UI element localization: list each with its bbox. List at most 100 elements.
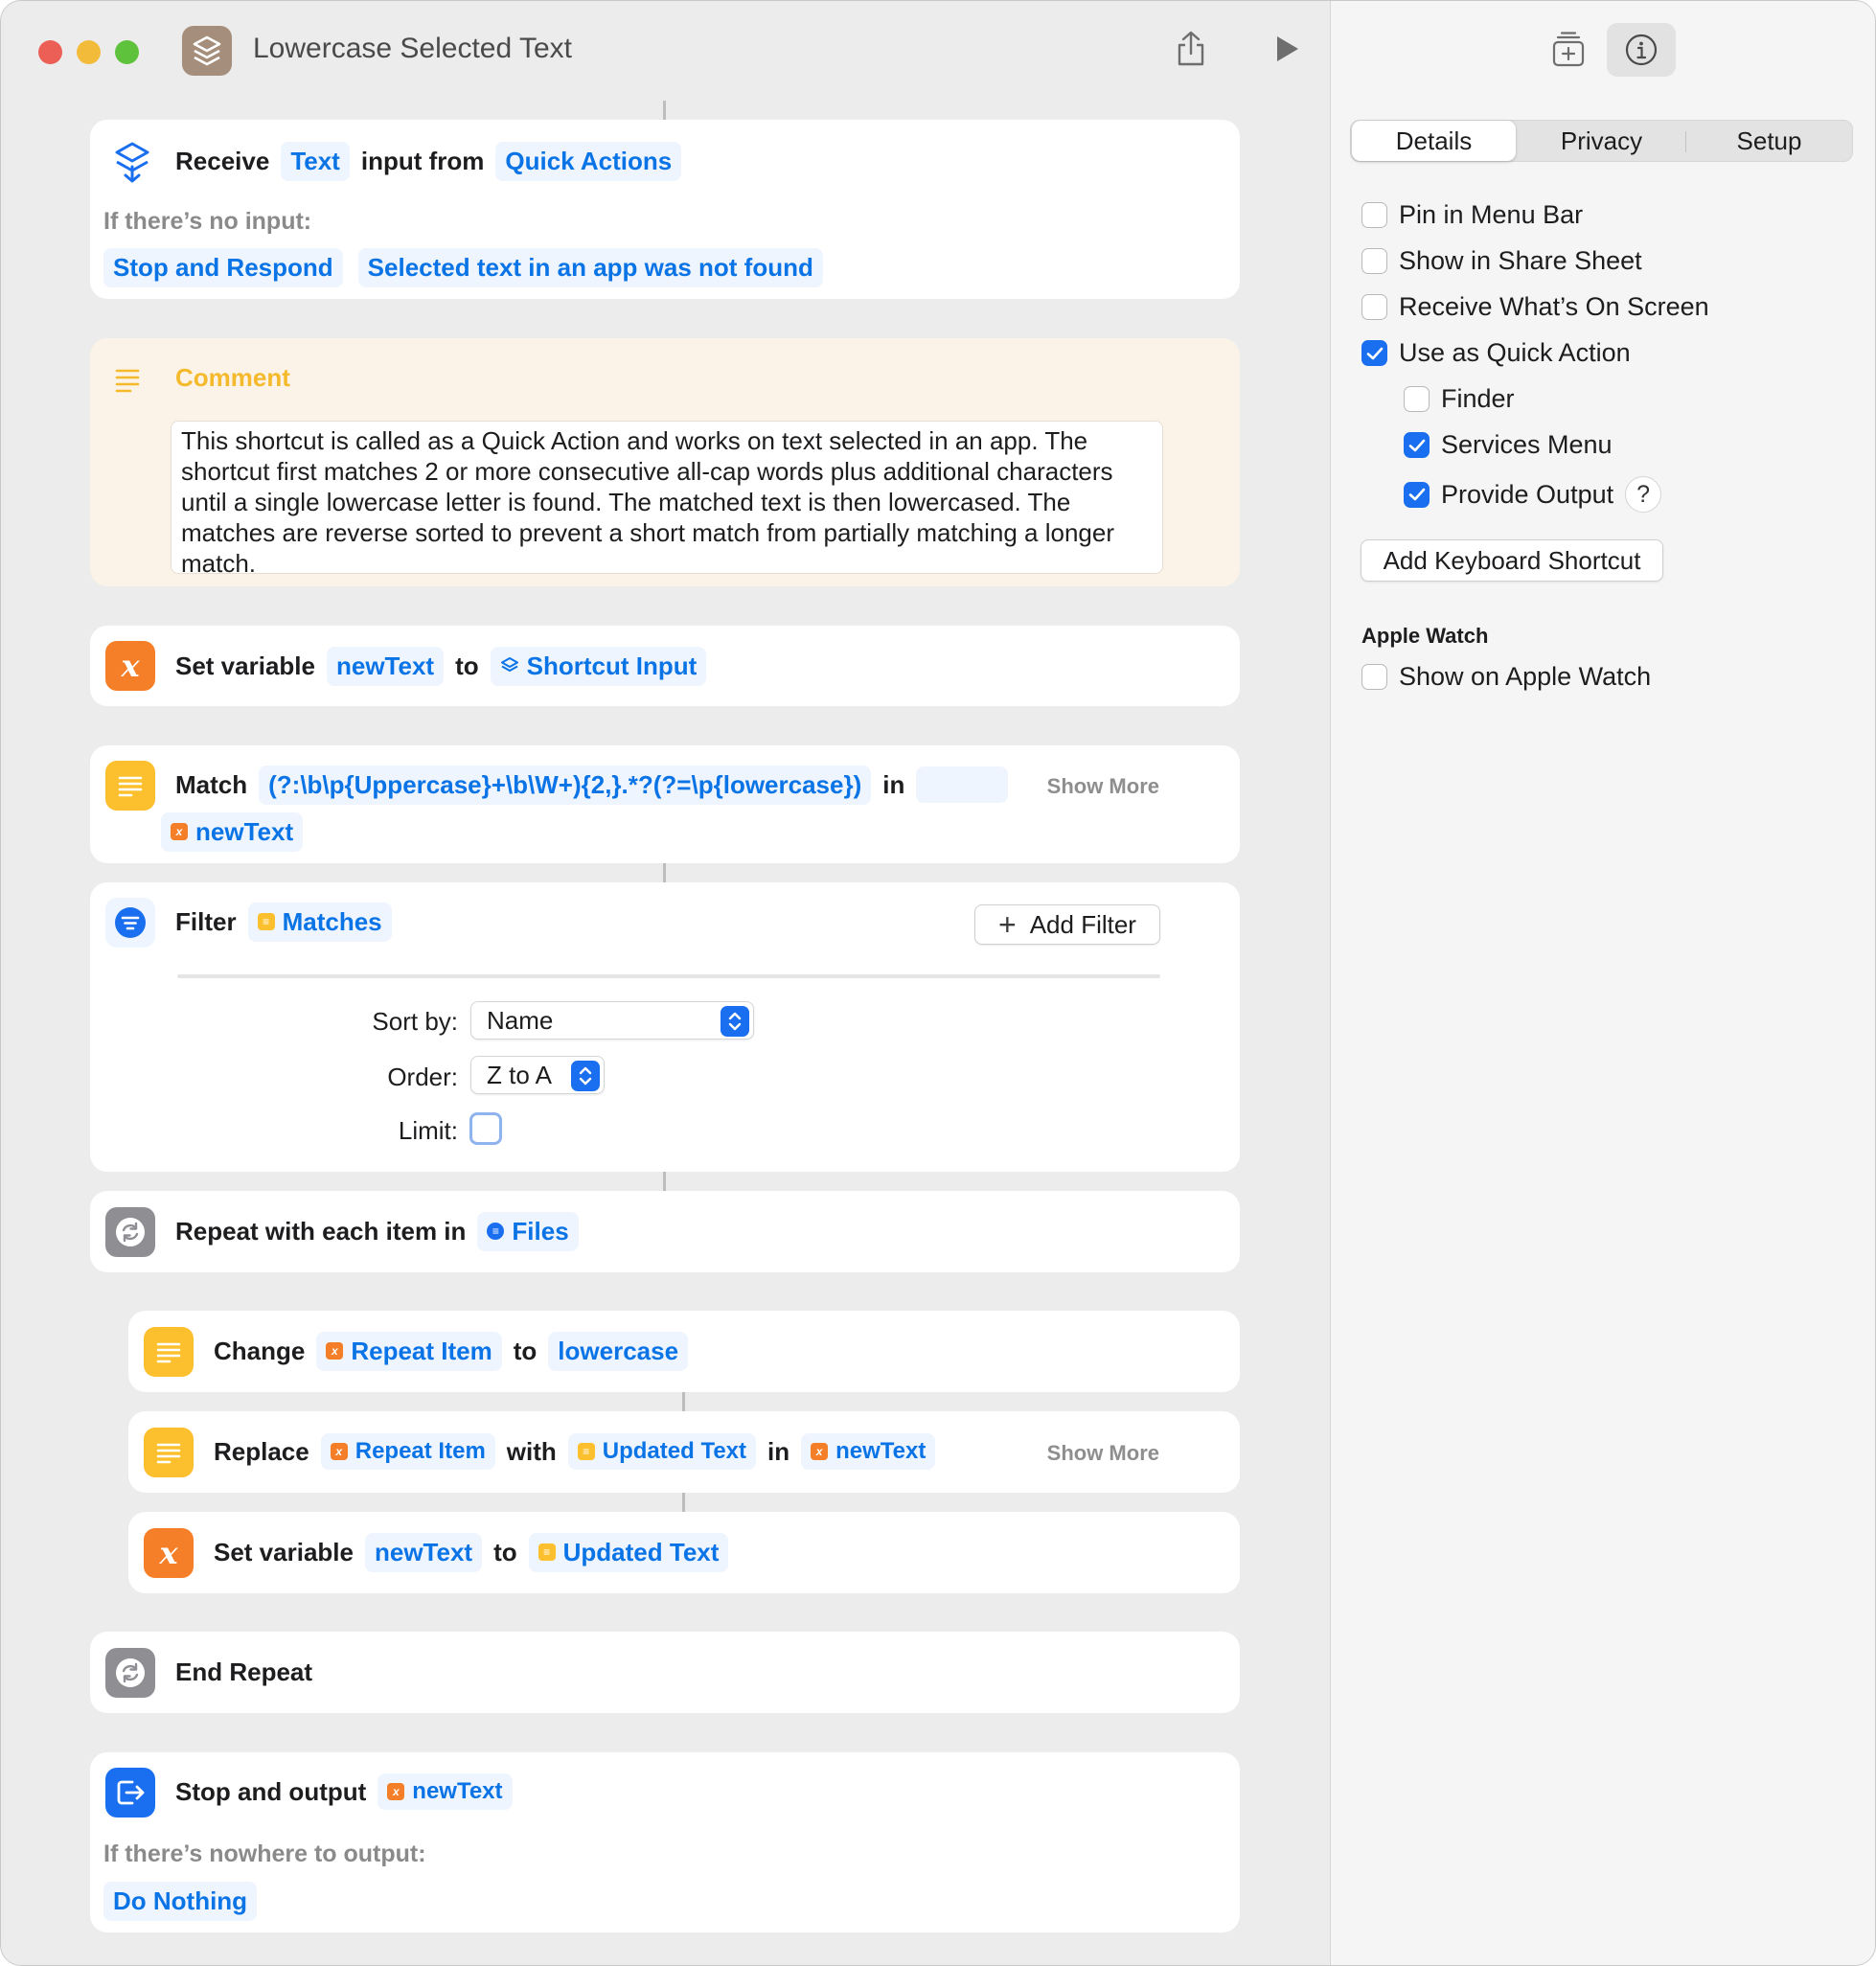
set-variable-action[interactable]: x Set variable newText to Shortcut Input [90,626,1240,706]
pin-menu-bar-checkbox[interactable] [1361,202,1387,228]
apple-watch-heading: Apple Watch [1361,624,1489,648]
comment-label: Comment [175,363,290,392]
updated-text-token[interactable]: ≡ Updated Text [528,1532,729,1572]
shortcut-title[interactable]: Lowercase Selected Text [253,33,572,65]
match-input-variable-label: newText [195,816,294,846]
add-filter-button[interactable]: + Add Filter [974,904,1160,945]
connector [663,1172,666,1191]
quick-action-checkbox[interactable] [1361,340,1387,366]
receive-screen-label: Receive What’s On Screen [1399,292,1709,321]
plus-icon: + [998,906,1017,942]
set-variable-label: Set variable [175,651,315,680]
set-variable-action[interactable]: x Set variable newText to ≡ Updated Text [128,1512,1240,1593]
zoom-window-button[interactable] [115,40,139,64]
stop-output-label: Stop and output [175,1776,367,1806]
text-chip-icon: ≡ [538,1543,556,1561]
comment-action[interactable]: Comment This shortcut is called as a Qui… [90,338,1240,586]
target-variable-label: newText [835,1438,927,1464]
minimize-window-button[interactable] [77,40,101,64]
connector [663,101,666,120]
share-sheet-option[interactable]: Show in Share Sheet [1361,246,1642,276]
show-more-button[interactable]: Show More [1047,1441,1159,1466]
sort-by-popup[interactable]: Name [470,1001,754,1040]
set-variable-label: Set variable [214,1537,354,1566]
receive-action[interactable]: Receive Text input from Quick Actions If… [90,120,1240,299]
receive-screen-option[interactable]: Receive What’s On Screen [1361,292,1709,322]
help-button[interactable]: ? [1625,476,1662,513]
output-variable-token[interactable]: x newText [377,1773,513,1810]
show-more-button[interactable]: Show More [1047,774,1159,799]
replace-text-action[interactable]: Replace x Repeat Item with ≡ Updated Tex… [128,1411,1240,1493]
input-source-token[interactable]: Quick Actions [495,141,682,181]
close-window-button[interactable] [38,40,62,64]
in-label: in [882,769,905,799]
regex-pattern-token[interactable]: (?:\b\p{Uppercase}+\b\W+){2,}.*?(?=\p{lo… [259,765,872,805]
case-option-token[interactable]: lowercase [548,1331,689,1371]
change-case-action[interactable]: Change x Repeat Item to lowercase [128,1311,1240,1392]
limit-checkbox[interactable] [469,1112,502,1145]
info-icon[interactable] [1607,23,1676,77]
play-icon[interactable] [1268,30,1306,68]
receive-screen-checkbox[interactable] [1361,294,1387,320]
share-icon[interactable] [1172,30,1210,68]
match-text-action[interactable]: Match (?:\b\p{Uppercase}+\b\W+){2,}.*?(?… [90,745,1240,863]
add-keyboard-shortcut-button[interactable]: Add Keyboard Shortcut [1361,539,1663,582]
tab-setup[interactable]: Setup [1687,121,1851,161]
order-popup[interactable]: Z to A [470,1056,605,1094]
end-repeat-action[interactable]: End Repeat [90,1632,1240,1713]
pin-menu-bar-option[interactable]: Pin in Menu Bar [1361,200,1583,230]
input-type-token[interactable]: Text [281,141,350,181]
comment-text[interactable]: This shortcut is called as a Quick Actio… [171,421,1163,578]
services-menu-checkbox[interactable] [1404,432,1430,458]
tab-details[interactable]: Details [1352,121,1516,161]
do-nothing-token[interactable]: Do Nothing [103,1881,258,1921]
variable-chip-icon: x [171,823,188,840]
variable-name-token[interactable]: newText [326,646,445,686]
quick-action-option[interactable]: Use as Quick Action [1361,338,1631,368]
input-placeholder-token[interactable] [916,766,1009,803]
comment-icon [113,365,144,396]
provide-output-label: Provide Output [1441,479,1614,509]
provide-output-option[interactable]: Provide Output ? [1404,476,1662,513]
add-filter-label: Add Filter [1029,909,1136,939]
target-variable-token[interactable]: x newText [801,1433,936,1470]
response-message-token[interactable]: Selected text in an app was not found [357,247,823,287]
shortcut-app-icon[interactable] [182,26,232,76]
updated-text-label: Updated Text [602,1438,747,1464]
filter-icon [105,898,155,948]
text-lines-icon [144,1327,194,1377]
filter-action[interactable]: Filter ≡ Matches + Add Filter Sort by: N… [90,882,1240,1172]
apple-watch-checkbox[interactable] [1361,664,1387,690]
tab-separator [1685,131,1686,152]
stop-and-respond-token[interactable]: Stop and Respond [103,247,343,287]
finder-label: Finder [1441,384,1515,413]
files-variable-token[interactable]: ≡ Files [477,1211,579,1251]
filter-divider [177,974,1160,978]
services-menu-label: Services Menu [1441,430,1613,459]
services-menu-option[interactable]: Services Menu [1404,430,1613,460]
repeat-item-label: Repeat Item [355,1438,486,1464]
share-sheet-checkbox[interactable] [1361,248,1387,274]
variable-chip-icon: x [330,1443,348,1460]
matches-variable-token[interactable]: ≡ Matches [247,902,392,942]
chevron-updown-icon [571,1061,600,1091]
variable-name-token[interactable]: newText [364,1532,483,1572]
repeat-item-token[interactable]: x Repeat Item [316,1331,502,1371]
variable-x-icon: x [144,1528,194,1578]
repeat-action[interactable]: Repeat with each item in ≡ Files [90,1191,1240,1272]
shortcut-input-token[interactable]: Shortcut Input [490,646,707,686]
repeat-item-token[interactable]: x Repeat Item [320,1433,495,1470]
match-input-variable-token: x newText [161,812,304,852]
editor-pane: Lowercase Selected Text Receive Text inp… [1,1,1330,1965]
finder-checkbox[interactable] [1404,386,1430,412]
stop-output-action[interactable]: Stop and output x newText If there’s now… [90,1752,1240,1932]
updated-text-token[interactable]: ≡ Updated Text [567,1433,757,1470]
connector [663,863,666,882]
provide-output-checkbox[interactable] [1404,481,1430,508]
order-value: Z to A [487,1060,552,1089]
apple-watch-option[interactable]: Show on Apple Watch [1361,662,1651,692]
finder-option[interactable]: Finder [1404,384,1515,414]
tab-privacy[interactable]: Privacy [1520,121,1683,161]
repeat-icon [105,1207,155,1257]
action-library-icon[interactable] [1549,30,1588,68]
